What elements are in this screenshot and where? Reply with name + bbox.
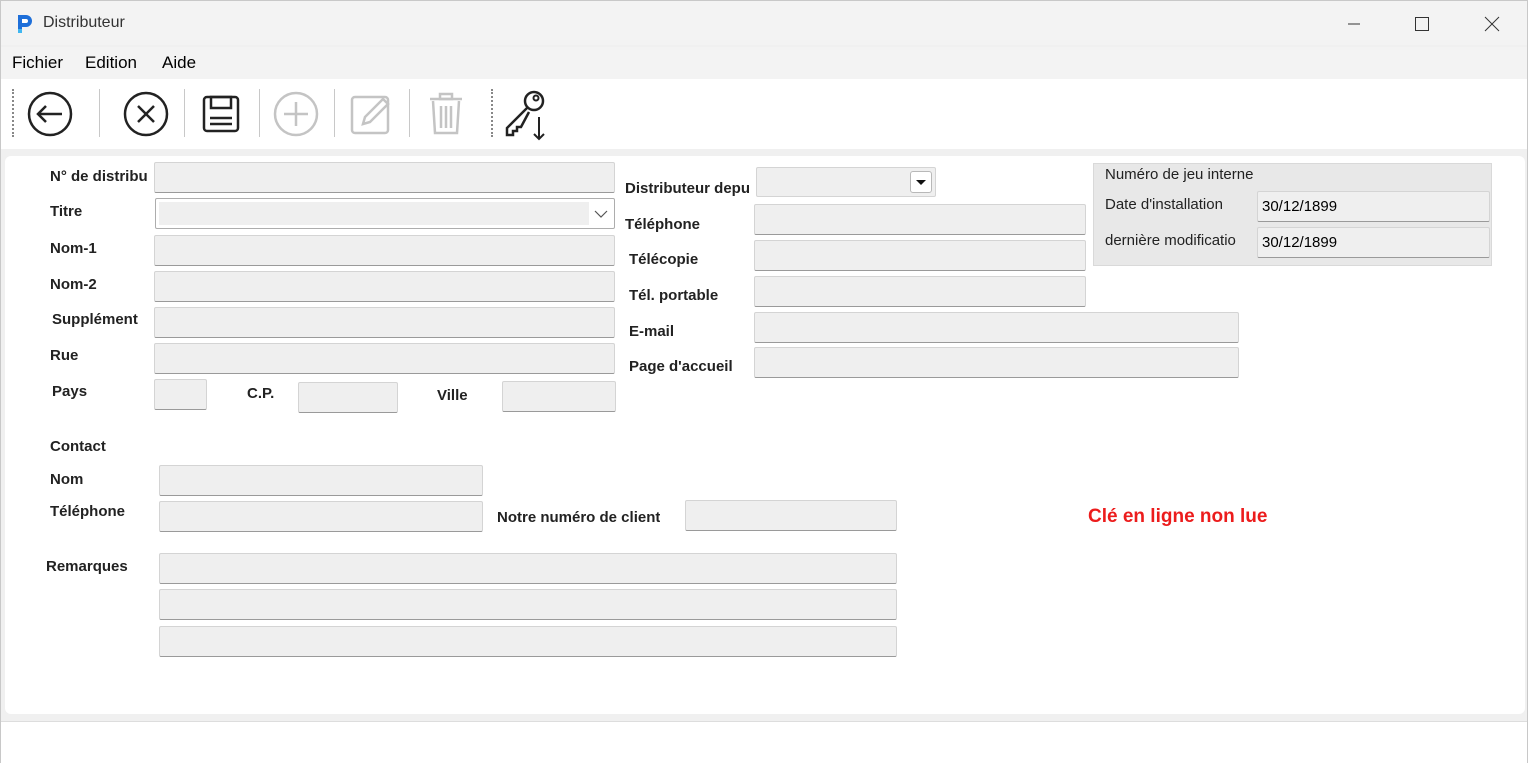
maximize-icon (1415, 17, 1429, 31)
label-homepage: Page d'accueil (629, 358, 733, 375)
label-email: E-mail (629, 323, 675, 340)
customer-no-field[interactable] (685, 500, 897, 531)
add-button[interactable] (269, 87, 323, 141)
menu-edit[interactable]: Edition (85, 53, 137, 73)
label-street: Rue (50, 347, 79, 364)
title-select[interactable] (155, 198, 615, 229)
dropdown-triangle-icon (916, 180, 926, 185)
name2-field[interactable] (154, 271, 615, 302)
status-bar (1, 721, 1527, 763)
cancel-button[interactable] (119, 87, 173, 141)
toolbar (1, 79, 1527, 149)
label-country: Pays (52, 383, 88, 400)
back-arrow-icon (27, 91, 73, 137)
contact-phone-field[interactable] (159, 501, 483, 532)
label-mobile: Tél. portable (629, 287, 719, 304)
minimize-button[interactable] (1331, 9, 1377, 39)
email-field[interactable] (754, 312, 1239, 343)
last-modified-field: 30/12/1899 (1257, 227, 1490, 258)
toolbar-separator (99, 89, 100, 137)
menu-bar: Fichier Edition Aide (1, 47, 1527, 79)
toolbar-separator (334, 89, 335, 137)
remarks-line-3[interactable] (159, 626, 897, 657)
supplement-field[interactable] (154, 307, 615, 338)
save-button[interactable] (194, 87, 248, 141)
street-field[interactable] (154, 343, 615, 374)
internal-set-group: Numéro de jeu interne Date d'installatio… (1093, 163, 1492, 266)
label-city: Ville (437, 387, 468, 404)
phone-field[interactable] (754, 204, 1086, 235)
fax-field[interactable] (754, 240, 1086, 271)
date-dropdown-button[interactable] (910, 171, 932, 193)
application-window: Distributeur Fichier Edition Aide N° de … (0, 0, 1528, 763)
label-install-date: Date d'installation (1105, 196, 1223, 213)
close-icon (1484, 16, 1500, 32)
label-supplement: Supplément (52, 311, 138, 328)
read-online-key-button[interactable] (499, 87, 553, 141)
label-distributor-no: N° de distribu (50, 168, 148, 185)
zip-field[interactable] (298, 382, 398, 413)
close-button[interactable] (1469, 9, 1515, 39)
window-title: Distributeur (43, 14, 125, 31)
homepage-field[interactable] (754, 347, 1239, 378)
minimize-icon (1348, 23, 1360, 25)
cancel-circle-x-icon (123, 91, 169, 137)
label-phone: Téléphone (625, 216, 701, 233)
label-customer-no: Notre numéro de client (497, 509, 661, 526)
label-remarks: Remarques (46, 558, 128, 575)
label-title: Titre (50, 203, 83, 220)
install-date-field: 30/12/1899 (1257, 191, 1490, 222)
add-plus-icon (273, 91, 319, 137)
toolbar-separator (409, 89, 410, 137)
toolbar-grip (12, 89, 14, 137)
label-name1: Nom-1 (50, 240, 97, 257)
delete-trash-icon (430, 92, 462, 135)
name1-field[interactable] (154, 235, 615, 266)
country-field[interactable] (154, 379, 207, 410)
remarks-line-1[interactable] (159, 553, 897, 584)
label-contact-phone: Téléphone (50, 503, 126, 520)
chevron-down-icon (594, 210, 608, 218)
toolbar-separator (259, 89, 260, 137)
menu-help[interactable]: Aide (162, 53, 196, 73)
app-logo-icon (18, 15, 32, 33)
edit-pencil-icon (350, 95, 390, 135)
mobile-field[interactable] (754, 276, 1086, 307)
online-key-status: Clé en ligne non lue (1088, 506, 1268, 527)
label-contact-name: Nom (50, 471, 84, 488)
label-zip: C.P. (247, 385, 275, 402)
maximize-button[interactable] (1399, 9, 1445, 39)
toolbar-separator (184, 89, 185, 137)
label-distributor-since: Distributeur depu (625, 180, 751, 197)
save-floppy-icon (202, 95, 240, 133)
toolbar-grip (491, 89, 493, 137)
remarks-line-2[interactable] (159, 589, 897, 620)
delete-button[interactable] (419, 87, 473, 141)
back-button[interactable] (23, 87, 77, 141)
title-select-value (159, 202, 589, 225)
city-field[interactable] (502, 381, 616, 412)
label-fax: Télécopie (629, 251, 699, 268)
label-name2: Nom-2 (50, 276, 97, 293)
distributor-since-date-picker[interactable] (756, 167, 936, 197)
menu-file[interactable]: Fichier (12, 53, 63, 73)
key-download-icon (505, 90, 545, 141)
distributor-no-field[interactable] (154, 162, 615, 193)
label-last-modified: dernière modificatio (1105, 232, 1236, 249)
title-bar: Distributeur (1, 1, 1527, 45)
contact-name-field[interactable] (159, 465, 483, 496)
edit-button[interactable] (344, 87, 398, 141)
internal-set-heading: Numéro de jeu interne (1105, 166, 1254, 183)
label-contact: Contact (50, 438, 106, 455)
